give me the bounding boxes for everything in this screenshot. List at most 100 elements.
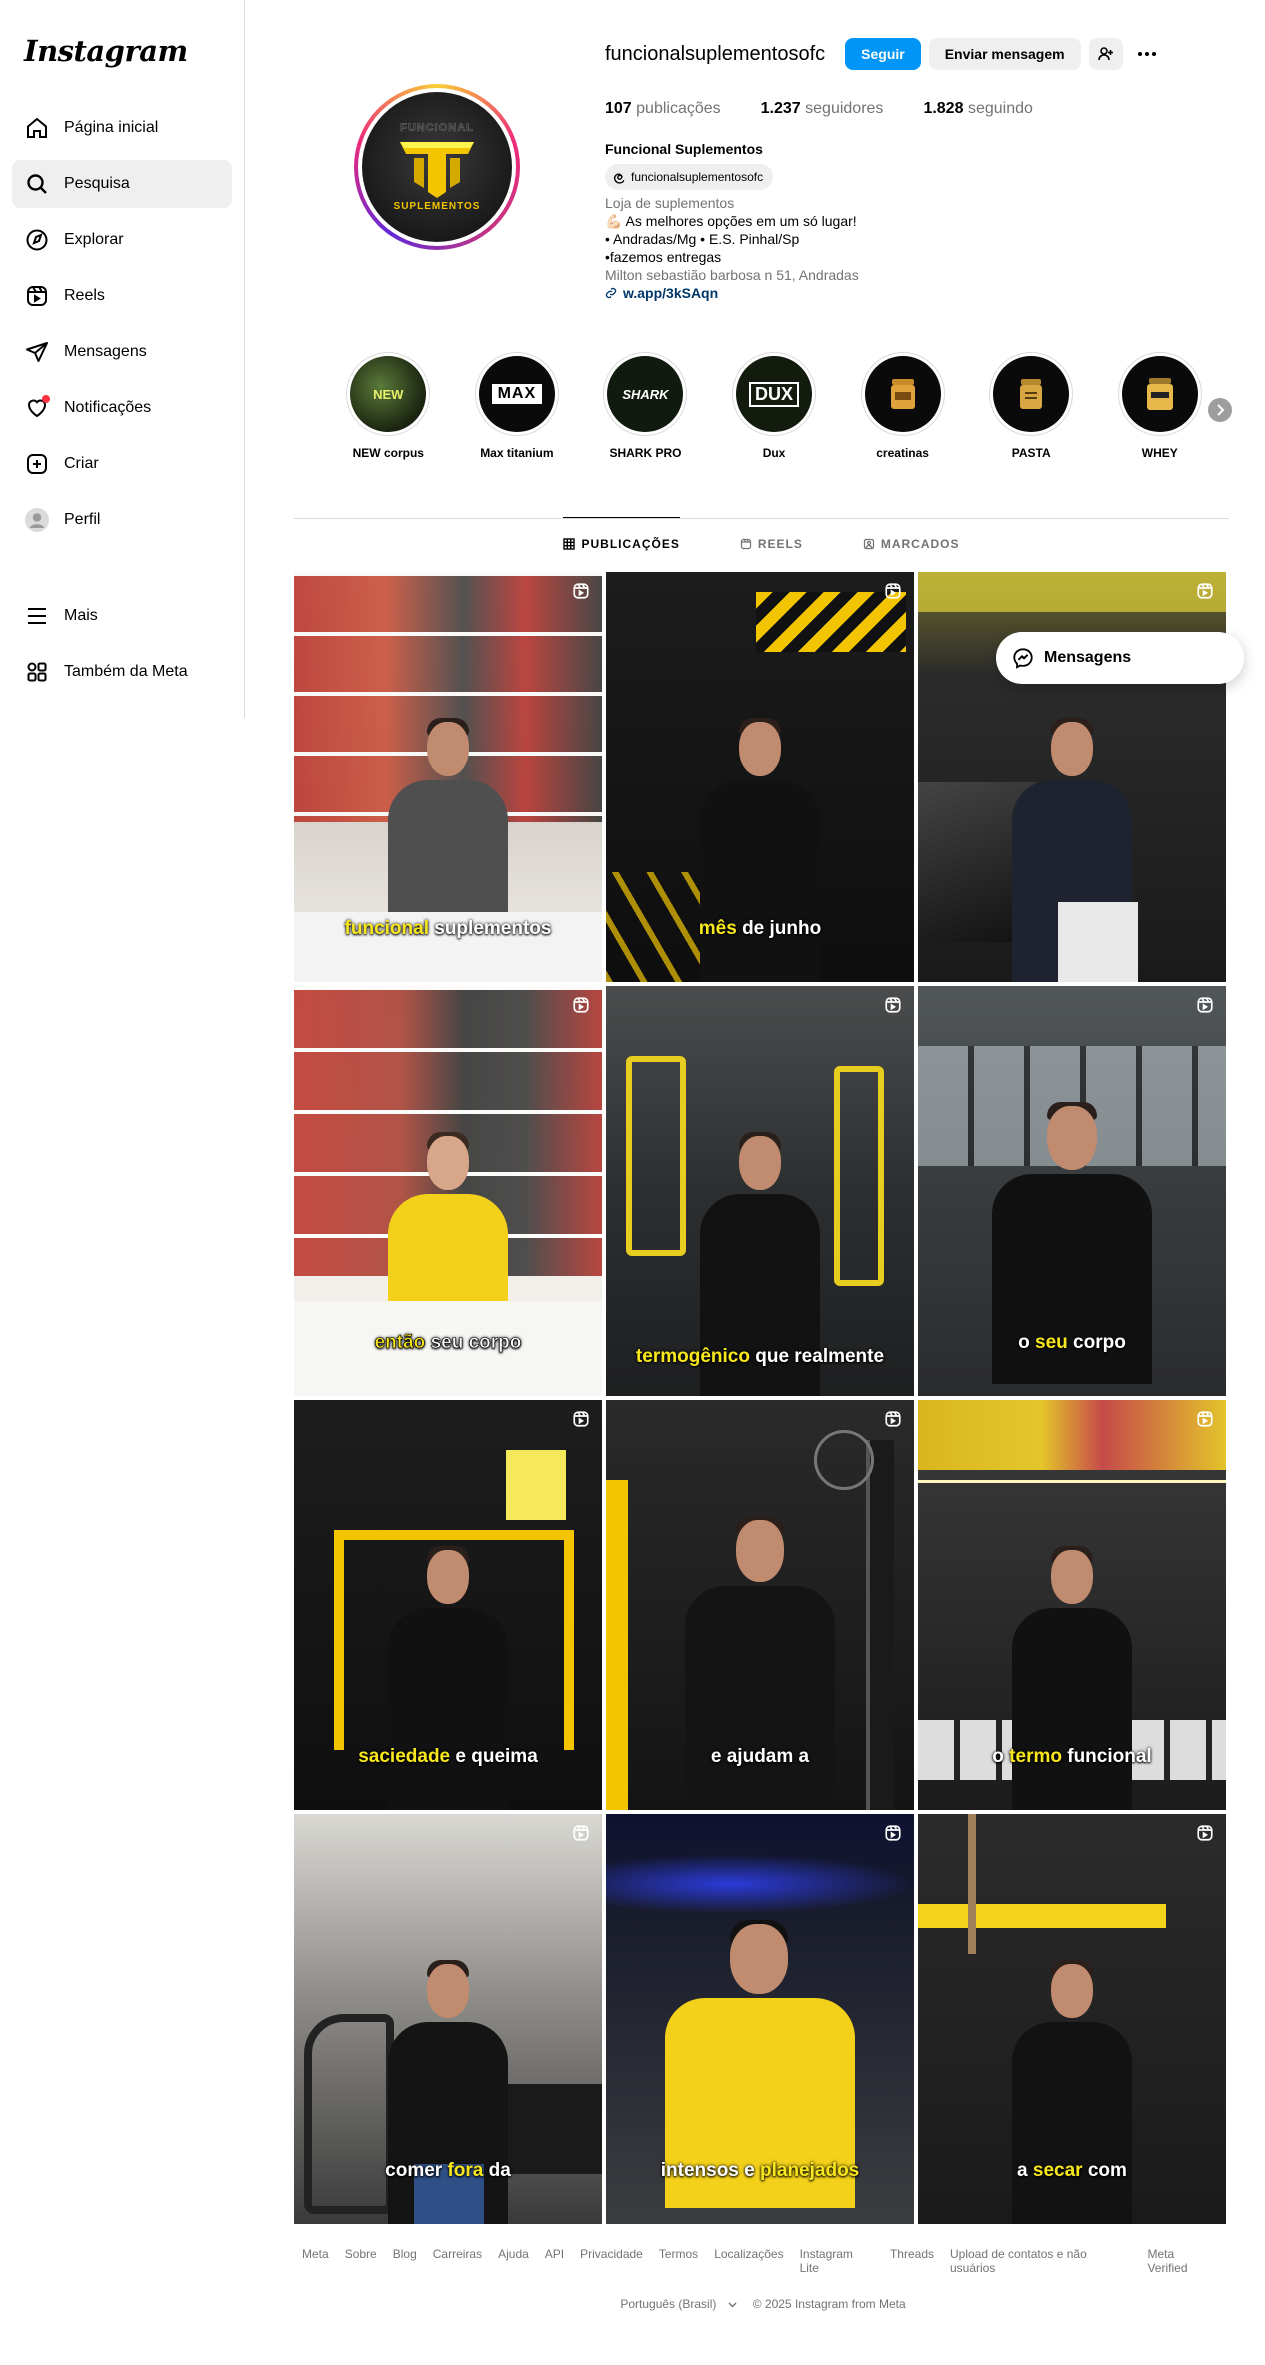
- instagram-logo[interactable]: Instagram: [24, 34, 188, 68]
- post-tile[interactable]: a secar com: [918, 1814, 1226, 2224]
- presenter-pants: [1058, 902, 1138, 982]
- reel-icon: [1197, 583, 1213, 599]
- footer-link[interactable]: Meta: [302, 2247, 329, 2275]
- footer-link[interactable]: Instagram Lite: [800, 2247, 874, 2275]
- footer-link[interactable]: Blog: [393, 2247, 417, 2275]
- reel-icon: [1197, 1825, 1213, 1841]
- highlight-dux[interactable]: DUX Dux: [710, 352, 839, 460]
- post-caption: saciedade e queima: [294, 1745, 602, 1768]
- display-name: Funcional Suplementos: [605, 141, 763, 157]
- post-tile[interactable]: e ajudam a: [606, 1400, 914, 1810]
- more-options-button[interactable]: [1131, 38, 1163, 70]
- suggest-accounts-button[interactable]: [1088, 38, 1123, 70]
- following-label: seguindo: [967, 100, 1033, 117]
- highlight-shark-pro[interactable]: SHARK SHARK PRO: [581, 352, 710, 460]
- caption-text: intensos e: [660, 2160, 760, 2181]
- highlight-label: Dux: [762, 446, 786, 460]
- presenter-figure: [1007, 1960, 1137, 2224]
- tab-label: REELS: [757, 537, 803, 551]
- sidebar-item-create[interactable]: Criar: [12, 440, 232, 488]
- highlights-next-button[interactable]: [1208, 398, 1232, 422]
- footer-link[interactable]: Upload de contatos e não usuários: [950, 2247, 1131, 2275]
- reel-icon: [885, 1825, 901, 1841]
- sidebar-item-profile[interactable]: Perfil: [12, 496, 232, 544]
- highlight-new-corpus[interactable]: NEW NEW corpus: [324, 352, 453, 460]
- caption-highlight: saciedade: [358, 1746, 451, 1767]
- following-stat[interactable]: 1.828 seguindo: [923, 100, 1032, 118]
- sidebar-item-also-from-meta[interactable]: Também da Meta: [12, 648, 232, 696]
- post-tile[interactable]: mês de junho: [606, 572, 914, 982]
- profile-tabs: PUBLICAÇÕES REELS MARCADOS: [294, 517, 1229, 570]
- reel-icon: [885, 1411, 901, 1427]
- highlight-label: SHARK PRO: [609, 446, 682, 460]
- sidebar-item-explore[interactable]: Explorar: [12, 216, 232, 264]
- caption-text: comer: [385, 2160, 448, 2181]
- menu-icon: [24, 603, 50, 629]
- footer-link[interactable]: API: [545, 2247, 564, 2275]
- profile-link[interactable]: w.app/3kSAqn: [605, 284, 1025, 302]
- footer-link[interactable]: Termos: [659, 2247, 698, 2275]
- ellipsis-icon: [1137, 52, 1156, 56]
- caption-text: e queima: [450, 1746, 538, 1767]
- caption-text: seu corpo: [425, 1332, 522, 1354]
- post-tile[interactable]: intensos e planejados: [606, 1814, 914, 2224]
- tab-label: MARCADOS: [880, 537, 960, 551]
- highlight-pasta[interactable]: PASTA: [967, 352, 1096, 460]
- tab-tagged[interactable]: MARCADOS: [863, 518, 960, 570]
- presenter-figure: [695, 718, 825, 982]
- highlight-label: WHEY: [1141, 446, 1178, 460]
- yellow-bar: [918, 1904, 1166, 1928]
- post-tile[interactable]: funcional suplementos: [294, 572, 602, 982]
- profile-stats: 107 publicações 1.237 seguidores 1.828 s…: [605, 100, 1073, 118]
- profile-avatar-ring[interactable]: FUNCIONAL SUPLEMENTOS: [354, 84, 520, 250]
- footer-link[interactable]: Meta Verified: [1147, 2247, 1216, 2275]
- followers-stat[interactable]: 1.237 seguidores: [761, 100, 884, 118]
- product-jar-icon: [890, 379, 915, 409]
- highlight-whey[interactable]: WHEY: [1095, 352, 1224, 460]
- highlight-max-titanium[interactable]: MAX Max titanium: [453, 352, 582, 460]
- gym-machine: [626, 1056, 686, 1256]
- language-select[interactable]: Português (Brasil): [612, 2297, 737, 2311]
- following-count: 1.828: [923, 100, 964, 117]
- sidebar-item-search[interactable]: Pesquisa: [12, 160, 232, 208]
- follow-button[interactable]: Seguir: [845, 38, 921, 70]
- tab-posts[interactable]: PUBLICAÇÕES: [563, 517, 680, 569]
- story-highlights: NEW NEW corpus MAX Max titanium SHARK SH…: [324, 352, 1232, 460]
- post-tile[interactable]: o termo funcional: [918, 1400, 1226, 1810]
- footer-link[interactable]: Privacidade: [580, 2247, 643, 2275]
- caption-highlight: termo: [1009, 1746, 1062, 1767]
- hazard-stripes: [756, 592, 906, 652]
- link-icon: [605, 287, 617, 299]
- caption-text: a: [1017, 2160, 1033, 2181]
- reel-icon: [573, 997, 589, 1013]
- post-tile[interactable]: termogênico que realmente: [606, 986, 914, 1396]
- sidebar-item-label: Notificações: [64, 399, 152, 416]
- footer-link[interactable]: Sobre: [345, 2247, 377, 2275]
- floating-messages-button[interactable]: Mensagens: [996, 632, 1244, 684]
- sidebar-item-messages[interactable]: Mensagens: [12, 328, 232, 376]
- footer-link[interactable]: Threads: [890, 2247, 934, 2275]
- post-tile[interactable]: saciedade e queima: [294, 1400, 602, 1810]
- footer-link[interactable]: Localizações: [714, 2247, 783, 2275]
- sidebar-item-more[interactable]: Mais: [12, 592, 232, 640]
- tab-reels[interactable]: REELS: [740, 518, 803, 570]
- bike-frame: [304, 2014, 394, 2214]
- reel-icon: [573, 1411, 589, 1427]
- blue-light: [606, 1854, 914, 1914]
- reel-icon: [885, 997, 901, 1013]
- post-tile[interactable]: o seu corpo: [918, 986, 1226, 1396]
- ceiling-light: [918, 572, 1226, 612]
- sidebar-item-home[interactable]: Página inicial: [12, 104, 232, 152]
- profile-address[interactable]: Milton sebastião barbosa n 51, Andradas: [605, 266, 1025, 284]
- sidebar-item-reels[interactable]: Reels: [12, 272, 232, 320]
- sidebar-item-notifications[interactable]: Notificações: [12, 384, 232, 432]
- footer-link[interactable]: Ajuda: [498, 2247, 529, 2275]
- footer-link[interactable]: Carreiras: [433, 2247, 482, 2275]
- post-tile[interactable]: então seu corpo: [294, 986, 602, 1396]
- send-message-button[interactable]: Enviar mensagem: [928, 38, 1081, 70]
- threads-badge[interactable]: funcionalsuplementosofc: [605, 164, 774, 190]
- home-icon: [24, 115, 50, 141]
- profile-avatar-icon: [24, 507, 50, 533]
- post-tile[interactable]: comer fora da: [294, 1814, 602, 2224]
- highlight-creatinas[interactable]: creatinas: [838, 352, 967, 460]
